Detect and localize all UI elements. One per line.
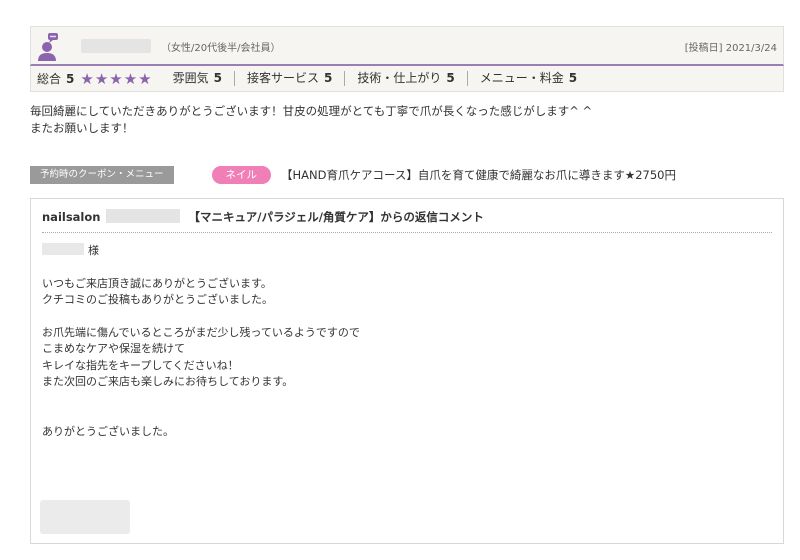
rating-label: 雰囲気: [172, 71, 209, 85]
rating-total: 総合 5 ★★★★★: [37, 70, 153, 88]
reply-closing: ありがとうございました。: [42, 424, 174, 438]
post-date: [投稿日] 2021/3/24: [684, 43, 777, 54]
reply-line: キレイな指先をキープしてくださいね！: [42, 358, 239, 372]
rating-label: メニュー・料金: [479, 71, 564, 85]
salon-name-blurred: [106, 209, 181, 223]
coupon-row: 予約時のクーポン・メニュー ネイル 【HAND育爪ケアコース】自爪を育て健康で綺…: [30, 165, 676, 185]
rating-total-value: 5: [66, 71, 75, 86]
rating-value: 5: [213, 71, 222, 85]
reply-paragraph-2: お爪先端に傷んでいるところがまだ少し残っているようですので こまめなケアや保湿を…: [42, 325, 360, 391]
reply-line: クチコミのご投稿もありがとうございました。: [42, 293, 273, 306]
comment-line: 毎回綺麗にしていただきありがとうございます！甘皮の処理がとても丁寧で爪が長くなっ…: [30, 104, 593, 118]
rating-atmosphere: 雰囲気 5: [173, 71, 234, 86]
rating-value: 5: [324, 71, 333, 85]
signature-blurred: [40, 500, 130, 534]
rating-stars-icon: ★★★★★: [80, 69, 153, 88]
reviewer-info: （女性/20代後半/会社員）: [161, 43, 281, 54]
reply-box: nailsalon 【マニキュア/パラジェル/角質ケア】からの返信コメント 様 い…: [30, 198, 784, 544]
reply-line: お爪先端に傷んでいるところがまだ少し残っているようですので: [42, 325, 360, 339]
rating-total-label: 総合: [37, 72, 62, 86]
salon-name-prefix: nailsalon: [42, 210, 101, 224]
rating-menu-price: メニュー・料金 5: [466, 71, 589, 86]
review-comment: 毎回綺麗にしていただきありがとうございます！甘皮の処理がとても丁寧で爪が長くなっ…: [30, 103, 592, 137]
rating-value: 5: [568, 71, 578, 85]
user-avatar-icon: [38, 33, 58, 61]
rating-label: 接客サービス: [247, 71, 320, 85]
reply-paragraph-1: いつもご来店頂き誠にありがとうございます。 クチコミのご投稿もありがとうございま…: [42, 276, 360, 309]
reply-title: nailsalon 【マニキュア/パラジェル/角質ケア】からの返信コメント: [42, 209, 772, 233]
coupon-menu-link[interactable]: 【HAND育爪ケアコース】自爪を育て健康で綺麗なお爪に導きます★2750円: [281, 167, 676, 183]
comment-line: またお願いします！: [30, 121, 134, 135]
reply-title-suffix: 【マニキュア/パラジェル/角質ケア】からの返信コメント: [188, 210, 484, 224]
reply-salutation: 様: [88, 244, 99, 257]
coupon-category-badge[interactable]: ネイル: [211, 166, 272, 184]
reply-line: こまめなケアや保湿を続けて: [42, 342, 185, 355]
ratings-bar: 総合 5 ★★★★★ 雰囲気 5 接客サービス 5 技術・仕上がり 5 メニュー…: [30, 66, 784, 92]
reply-salutation-line: 様: [42, 243, 360, 260]
reply-line: また次回のご来店も楽しみにお待ちしております。: [42, 375, 294, 388]
reply-body: 様 いつもご来店頂き誠にありがとうございます。 クチコミのご投稿もありがとうござ…: [42, 243, 360, 440]
rating-value: 5: [446, 71, 455, 85]
rating-technique: 技術・仕上がり 5: [344, 71, 466, 86]
coupon-label: 予約時のクーポン・メニュー: [30, 166, 174, 184]
customer-name-blurred: [42, 243, 84, 255]
reviewer-name-blurred: [81, 39, 151, 53]
review-header: （女性/20代後半/会社員） [投稿日] 2021/3/24: [30, 26, 784, 66]
reply-line: いつもご来店頂き誠にありがとうございます。: [42, 276, 272, 290]
rating-service: 接客サービス 5: [234, 71, 344, 86]
rating-label: 技術・仕上がり: [357, 71, 442, 85]
